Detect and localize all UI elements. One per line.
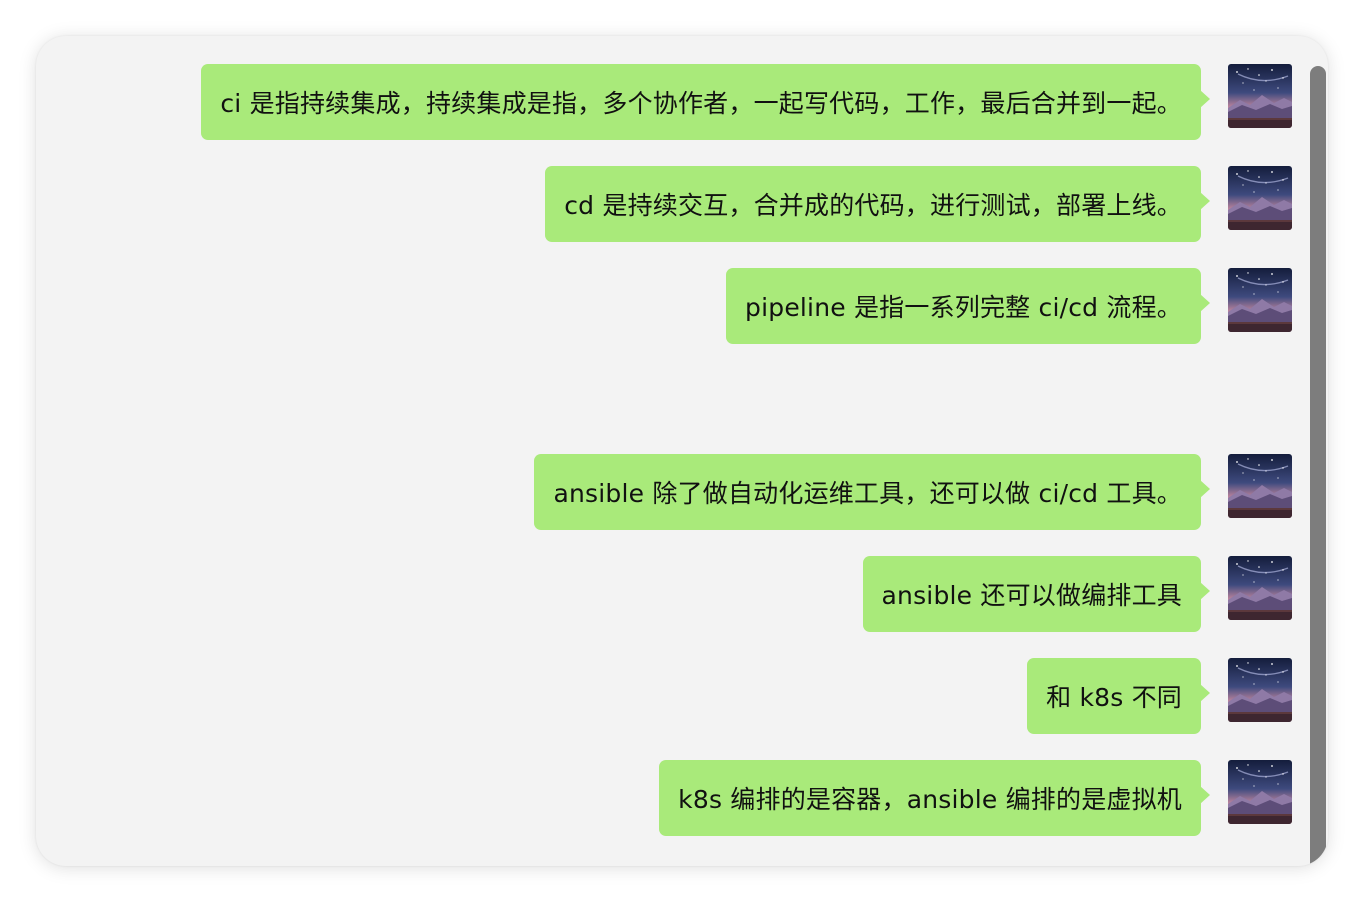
message-row: ci 是指持续集成，持续集成是指，多个协作者，一起写代码，工作，最后合并到一起。 [36,64,1292,140]
message-bubble[interactable]: cd 是持续交互，合并成的代码，进行测试，部署上线。 [545,166,1210,242]
scrollbar[interactable] [1310,66,1326,866]
message-bubble[interactable]: pipeline 是指一系列完整 ci/cd 流程。 [726,268,1210,344]
message-row: ansible 还可以做编排工具 [36,556,1292,632]
message-bubble[interactable]: ansible 除了做自动化运维工具，还可以做 ci/cd 工具。 [534,454,1210,530]
message-row: pipeline 是指一系列完整 ci/cd 流程。 [36,268,1292,344]
user-avatar-icon[interactable] [1228,64,1292,128]
message-row: cd 是持续交互，合并成的代码，进行测试，部署上线。 [36,166,1292,242]
user-avatar-icon[interactable] [1228,268,1292,332]
user-avatar-icon[interactable] [1228,760,1292,824]
message-row: ansible 除了做自动化运维工具，还可以做 ci/cd 工具。 [36,454,1292,530]
user-avatar-icon[interactable] [1228,166,1292,230]
message-bubble[interactable]: ansible 还可以做编排工具 [862,556,1211,632]
user-avatar-icon[interactable] [1228,556,1292,620]
chat-window: ci 是指持续集成，持续集成是指，多个协作者，一起写代码，工作，最后合并到一起。… [36,36,1328,866]
message-row: k8s 编排的是容器，ansible 编排的是虚拟机 [36,760,1292,836]
message-row: 和 k8s 不同 [36,658,1292,734]
user-avatar-icon[interactable] [1228,454,1292,518]
message-bubble[interactable]: 和 k8s 不同 [1027,658,1210,734]
user-avatar-icon[interactable] [1228,658,1292,722]
message-bubble[interactable]: k8s 编排的是容器，ansible 编排的是虚拟机 [659,760,1210,836]
message-bubble[interactable]: ci 是指持续集成，持续集成是指，多个协作者，一起写代码，工作，最后合并到一起。 [201,64,1210,140]
